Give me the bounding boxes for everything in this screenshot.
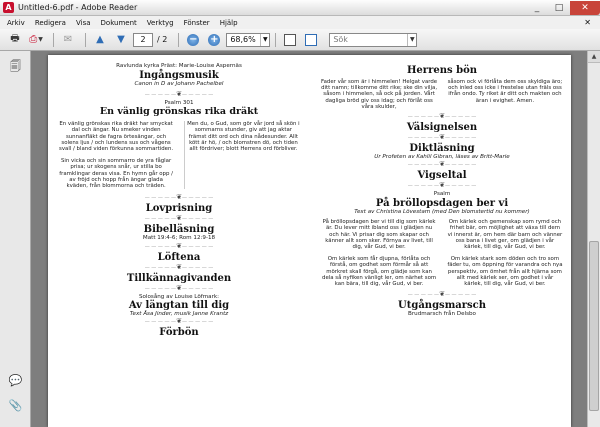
heading-brollopsdagen: På bröllopsdagen ber vi: [375, 197, 509, 209]
window-title: Untitled-6.pdf - Adobe Reader: [18, 3, 138, 12]
left-column: Ravlunda kyrka Präst: Marie-Louise Asper…: [58, 55, 300, 338]
search-input[interactable]: Sök ▼: [329, 32, 418, 47]
menu-fonster[interactable]: Fönster: [179, 19, 215, 27]
menu-verktyg[interactable]: Verktyg: [142, 19, 179, 27]
menu-visa[interactable]: Visa: [71, 19, 96, 27]
pdf-page: Ravlunda kyrka Präst: Marie-Louise Asper…: [48, 55, 571, 427]
zoom-in-button[interactable]: +: [205, 32, 223, 48]
menu-hjalp[interactable]: Hjälp: [215, 19, 243, 27]
previous-page-button[interactable]: ▲: [91, 32, 109, 48]
psalm-verse-2: Sin vicka och sin sommarro de yra fåglar…: [59, 158, 173, 190]
scrollbar-thumb[interactable]: [589, 241, 599, 411]
scroll-up-icon[interactable]: ▲: [588, 51, 600, 63]
menu-dokument[interactable]: Dokument: [96, 19, 142, 27]
heading-valsignelsen: Välsignelsen: [406, 122, 478, 134]
ornament-divider: ❦: [58, 284, 300, 294]
ornament-divider: ❦: [321, 181, 563, 191]
minimize-button[interactable]: _: [526, 1, 548, 15]
fit-page-icon: [284, 33, 297, 46]
psalm-verses: En vänlig grönskas rika dräkt har smycka…: [58, 121, 300, 190]
brollop-verses: På bröllopsdagen ber vi till dig som kär…: [321, 219, 563, 287]
brollop-verse-3: Om kärlek och gemenskap som rymd och fri…: [447, 219, 563, 251]
title-bar: A Untitled-6.pdf - Adobe Reader _ □ ✕: [0, 0, 600, 16]
menu-bar: Arkiv Redigera Visa Dokument Verktyg Fön…: [0, 16, 600, 29]
heading-diktlasning: Diktläsning: [409, 143, 475, 155]
ornament-divider: ❦: [58, 193, 300, 203]
page-number-input[interactable]: 2: [133, 32, 153, 47]
herrens-bon-text: Fader vår som är i himmelen! Helgat vard…: [321, 79, 563, 110]
search-placeholder: Sök: [333, 34, 348, 44]
pages-icon[interactable]: 🗐: [8, 59, 23, 74]
arrow-down-icon: ▼: [117, 34, 125, 45]
navigation-panel: 🗐 💬 📎: [0, 51, 31, 427]
chevron-down-icon: ▼: [407, 33, 416, 46]
ornament-divider: ❦: [321, 112, 563, 122]
ingangsmusik-subtitle: Canon in D av Johann Pachelbel: [134, 81, 224, 88]
ornament-divider: ❦: [58, 263, 300, 273]
ornament-divider: ❦: [321, 290, 563, 300]
menu-arkiv[interactable]: Arkiv: [2, 19, 30, 27]
psalm-verse-1: En vänlig grönskas rika dräkt har smycka…: [59, 121, 174, 153]
fit-page-button[interactable]: [281, 32, 299, 48]
ornament-divider: ❦: [58, 90, 300, 100]
church-names: Ravlunda kyrka Präst: Marie-Louise Asper…: [116, 63, 242, 69]
chevron-down-icon: ▼: [260, 33, 269, 46]
menu-redigera[interactable]: Redigera: [30, 19, 71, 27]
zoom-select[interactable]: 68,6% ▼: [226, 32, 271, 47]
herrens-bon-part-1: Fader vår som är i himmelen! Helgat vard…: [321, 79, 438, 110]
adobe-reader-icon: A: [3, 2, 14, 13]
heading-vigseltal: Vigseltal: [417, 170, 467, 182]
zoom-value: 68,6%: [230, 34, 256, 44]
right-column: Herrens bön Fader vår som är i himmelen!…: [321, 55, 563, 318]
attachment-icon[interactable]: 📎: [8, 398, 23, 413]
brollop-verse-2: Om kärlek som får djupna, förlåta och fö…: [322, 256, 437, 288]
plus-icon: +: [208, 33, 221, 46]
brollop-verse-4: Om kärlek stark som döden och tro som fä…: [447, 256, 563, 288]
chevron-down-icon: ▼: [38, 36, 43, 43]
ornament-divider: ❦: [58, 317, 300, 327]
printer-icon: 🖶: [10, 33, 20, 44]
brollopsdagen-credits: Text av Christina Lövestam (med Den blom…: [354, 208, 530, 215]
create-pdf-button[interactable]: ⎙ ▼: [27, 32, 45, 48]
document-viewer[interactable]: Ravlunda kyrka Präst: Marie-Louise Asper…: [31, 51, 587, 427]
vertical-scrollbar[interactable]: ▲: [587, 51, 600, 427]
fit-width-icon: [305, 33, 318, 46]
toolbar: 🖶 ⎙ ▼ ✉ ▲ ▼ 2 / 2 − + 68,6% ▼ Sök ▼: [0, 29, 600, 51]
pdf-create-icon: ⎙: [29, 34, 38, 45]
herrens-bon-part-2: såsom ock vi förlåta dem oss skyldiga är…: [447, 79, 563, 104]
envelope-icon: ✉: [63, 34, 73, 45]
heading-loften: Löftena: [157, 251, 201, 263]
ornament-divider: ❦: [58, 242, 300, 252]
heading-herrens-bon: Herrens bön: [406, 65, 478, 76]
document-close-icon[interactable]: ✕: [579, 18, 596, 27]
brollop-verse-1: På bröllopsdagen ber vi till dig som kär…: [322, 219, 436, 251]
ornament-divider: ❦: [321, 133, 563, 143]
heading-utgangsmarsch: Utgångsmarsch: [397, 300, 487, 312]
heading-forbon: Förbön: [159, 327, 199, 339]
maximize-button[interactable]: □: [548, 1, 570, 15]
minus-icon: −: [187, 33, 200, 46]
heading-tillkannagivanden: Tillkännagivanden: [126, 272, 232, 284]
heading-bibellasning: Bibelläsning: [143, 224, 215, 236]
page-total: / 2: [157, 35, 168, 44]
close-button[interactable]: ✕: [570, 0, 600, 15]
heading-psalm: En vänlig grönskas rika dräkt: [99, 106, 259, 118]
email-button[interactable]: ✉: [59, 32, 77, 48]
psalm-verse-3: Men du, o Gud, som gör vår jord så skön …: [187, 121, 300, 153]
zoom-out-button[interactable]: −: [184, 32, 202, 48]
heading-av-langtan: Av längtan till dig: [128, 300, 230, 312]
comments-icon[interactable]: 💬: [8, 373, 23, 388]
utgangsmarsch-subtitle: Brudmarsch från Delsbo: [408, 311, 476, 318]
heading-lovprisning: Lovprisning: [145, 203, 213, 215]
ornament-divider: ❦: [321, 160, 563, 170]
ornament-divider: ❦: [58, 214, 300, 224]
arrow-up-icon: ▲: [96, 34, 104, 45]
print-button[interactable]: 🖶: [6, 32, 24, 48]
fit-width-button[interactable]: [302, 32, 320, 48]
next-page-button[interactable]: ▼: [112, 32, 130, 48]
heading-ingangsmusik: Ingångsmusik: [139, 70, 219, 82]
